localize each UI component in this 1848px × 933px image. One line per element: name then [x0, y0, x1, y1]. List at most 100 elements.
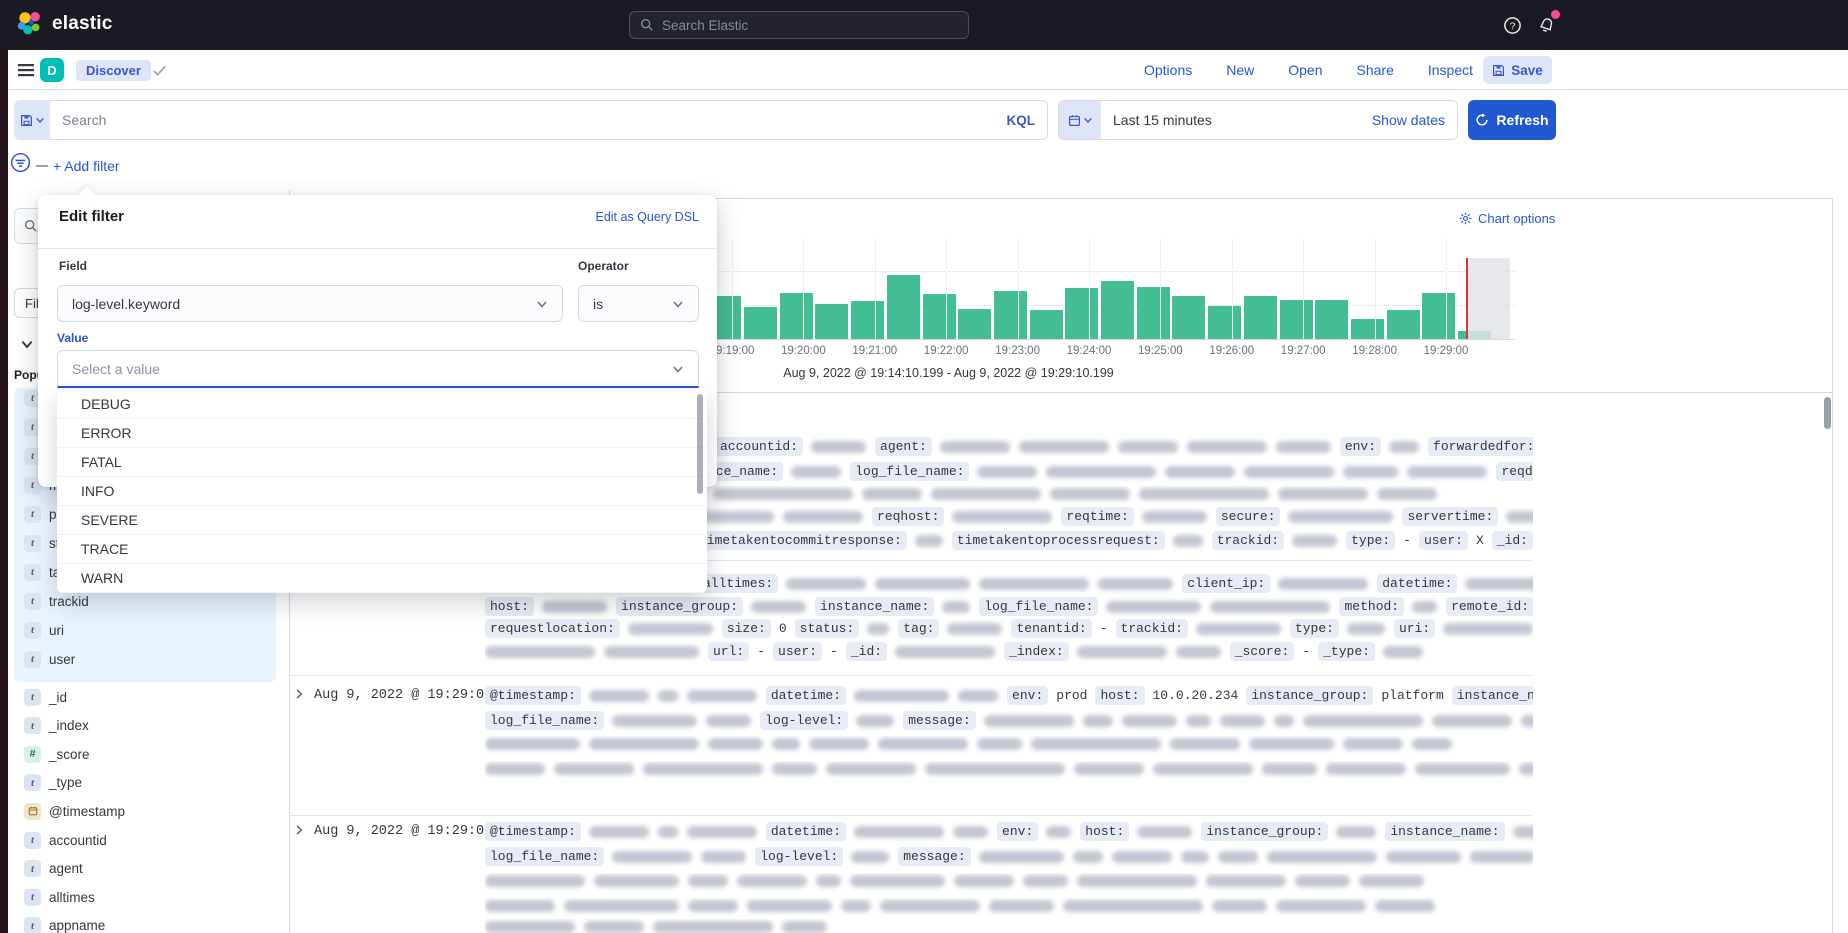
x-axis-tick: 19:20:00	[781, 345, 826, 357]
query-language-button[interactable]: KQL	[1007, 113, 1036, 128]
redacted-value	[594, 875, 679, 887]
redacted-value	[958, 690, 998, 702]
histogram-bar[interactable]	[1101, 281, 1134, 339]
histogram-bar[interactable]	[815, 304, 848, 339]
doc-row-line[interactable]: @timestamp:datetime:env:prodhost:10.0.20…	[485, 686, 1533, 708]
add-filter-link[interactable]: + Add filter	[53, 158, 120, 174]
edit-as-query-dsl-link[interactable]: Edit as Query DSL	[467, 210, 699, 224]
notification-dot	[1551, 10, 1560, 19]
saved-query-menu-button[interactable]	[14, 100, 50, 140]
value-option-debug[interactable]: DEBUG	[57, 390, 707, 419]
date-picker-quick-menu[interactable]	[1059, 101, 1101, 139]
histogram-bar[interactable]	[1387, 310, 1420, 339]
date-picker[interactable]: Last 15 minutes Show dates	[1058, 100, 1458, 140]
histogram-bar[interactable]	[1208, 306, 1241, 339]
histogram-bar[interactable]	[851, 301, 884, 339]
elastic-logo[interactable]: elastic	[16, 10, 113, 37]
save-icon	[1492, 64, 1505, 77]
query-search-input[interactable]: Search KQL	[50, 100, 1048, 140]
field-chip: instance_name:	[1385, 822, 1504, 841]
value-option-trace[interactable]: TRACE	[57, 535, 707, 564]
histogram-bar[interactable]	[1065, 288, 1098, 339]
value-option-severe[interactable]: SEVERE	[57, 506, 707, 535]
doc-row-line[interactable]	[485, 873, 1533, 895]
sidebar-field-alltimes[interactable]: talltimes	[24, 887, 95, 907]
histogram-bar[interactable]	[780, 293, 813, 339]
notifications-icon[interactable]	[1534, 13, 1558, 37]
dropdown-scrollbar[interactable]	[697, 394, 703, 494]
doc-row-line[interactable]	[485, 761, 1533, 783]
field-chip: method:	[1339, 597, 1404, 616]
sidebar-field-_score[interactable]: #_score	[24, 744, 90, 764]
sidebar-field-trackid[interactable]: ttrackid	[24, 591, 89, 611]
time-range-value[interactable]: Last 15 minutes	[1101, 112, 1372, 128]
operator-select[interactable]: is	[578, 285, 699, 322]
gridline	[1089, 238, 1090, 339]
toolbar-link-inspect[interactable]: Inspect	[1428, 62, 1473, 78]
histogram-bar[interactable]	[1244, 296, 1277, 339]
doc-row-line[interactable]: requestlocation:size:0status:tag:tenanti…	[485, 619, 1533, 641]
redacted-value	[1347, 623, 1385, 635]
table-scrollbar[interactable]	[1824, 397, 1831, 429]
histogram-bar[interactable]	[1315, 300, 1348, 339]
menu-icon[interactable]	[16, 60, 36, 80]
help-icon[interactable]: ?	[1500, 13, 1524, 37]
space-avatar[interactable]: D	[40, 58, 64, 82]
sidebar-field-uri[interactable]: turi	[24, 620, 64, 640]
x-axis-tick: 19:21:00	[852, 345, 897, 357]
sidebar-field-@timestamp[interactable]: @timestamp	[24, 801, 125, 821]
breadcrumb[interactable]: Discover	[76, 60, 151, 81]
filter-menu-icon[interactable]	[10, 152, 31, 173]
histogram-bar[interactable]	[744, 307, 777, 339]
save-button[interactable]: Save	[1483, 56, 1552, 84]
histogram-bar[interactable]	[1030, 310, 1063, 339]
redacted-value	[1295, 875, 1350, 887]
histogram-bar[interactable]	[887, 275, 920, 339]
toolbar-link-share[interactable]: Share	[1357, 62, 1394, 78]
histogram-bar[interactable]	[994, 291, 1027, 339]
value-option-fatal[interactable]: FATAL	[57, 448, 707, 477]
value-option-warn[interactable]: WARN	[57, 564, 707, 593]
sidebar-field-accountid[interactable]: taccountid	[24, 830, 107, 850]
toolbar-link-options[interactable]: Options	[1144, 62, 1192, 78]
expand-row-icon[interactable]	[293, 688, 305, 700]
doc-row-line[interactable]: log_file_name:log-level:message:	[485, 847, 1533, 869]
sidebar-field-_type[interactable]: t_type	[24, 773, 82, 793]
refresh-button[interactable]: Refresh	[1468, 100, 1556, 140]
histogram-bar[interactable]	[1280, 300, 1313, 339]
value-option-info[interactable]: INFO	[57, 477, 707, 506]
doc-row-line[interactable]: host:instance_group:instance_name:log_fi…	[485, 597, 1533, 619]
show-dates-link[interactable]: Show dates	[1372, 112, 1457, 128]
toolbar-link-open[interactable]: Open	[1288, 62, 1322, 78]
redacted-value	[485, 646, 595, 658]
sidebar-field-appname[interactable]: tappname	[24, 916, 105, 933]
refresh-icon	[1475, 113, 1489, 127]
doc-row-line[interactable]: @timestamp:datetime:env:host:instance_gr…	[485, 822, 1533, 844]
sidebar-field-user[interactable]: tuser	[24, 649, 75, 669]
global-search-input[interactable]: Search Elastic	[629, 11, 969, 39]
field-select[interactable]: log-level.keyword	[57, 285, 563, 322]
field-value: platform	[1381, 686, 1443, 705]
sidebar-collapse-chevron-icon[interactable]	[20, 337, 34, 351]
histogram-bar[interactable]	[958, 309, 991, 339]
doc-row-line[interactable]: log_file_name:log-level:message:	[485, 711, 1533, 733]
expand-row-icon[interactable]	[293, 824, 305, 836]
histogram-bar[interactable]	[1172, 296, 1205, 339]
toolbar-link-new[interactable]: New	[1226, 62, 1254, 78]
doc-row-line[interactable]: url:-user:-_id:_index:_score:-_type:	[485, 642, 1533, 664]
histogram-bar[interactable]	[1137, 287, 1170, 339]
sidebar-field-_id[interactable]: t_id	[24, 687, 67, 707]
histogram-bar[interactable]	[1422, 293, 1455, 339]
redacted-value	[1513, 826, 1533, 838]
value-option-error[interactable]: ERROR	[57, 419, 707, 448]
sidebar-field-agent[interactable]: tagent	[24, 859, 83, 879]
doc-row-line[interactable]	[485, 736, 1533, 758]
redacted-value	[1122, 715, 1177, 727]
chart-options-button[interactable]: Chart options	[1459, 211, 1555, 226]
doc-row-line[interactable]	[485, 898, 1533, 920]
value-combobox[interactable]: Select a value	[57, 350, 699, 388]
doc-row-line[interactable]	[485, 919, 1533, 933]
histogram-bar[interactable]	[923, 294, 956, 339]
sidebar-field-_index[interactable]: t_index	[24, 716, 89, 736]
histogram-bar[interactable]	[1351, 319, 1384, 339]
